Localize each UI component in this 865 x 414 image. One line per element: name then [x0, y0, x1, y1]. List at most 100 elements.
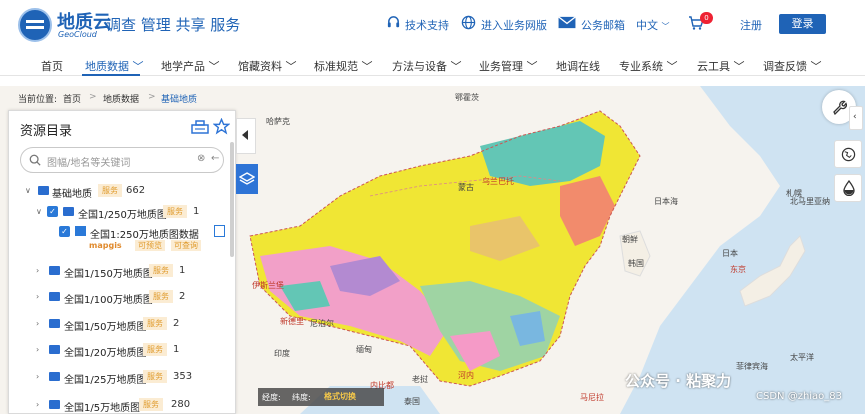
tree-node[interactable]: › 全国1/100万地质图 服务 2 — [9, 289, 229, 306]
nav-survey-online[interactable]: 地调在线 — [556, 58, 600, 74]
tree-node-label: 全国1/25万地质图 — [64, 375, 147, 386]
chevron-down-icon: ﹀ — [810, 60, 822, 73]
nav-feedback[interactable]: 调查反馈 ﹀ — [763, 58, 822, 74]
tech-support-link[interactable]: 技术支持 — [405, 17, 449, 33]
breadcrumb-geo-data[interactable]: 地质数据 — [103, 92, 139, 105]
map-label: 朝鲜 — [622, 235, 638, 244]
tree-node[interactable]: › 全国1/20万地质图 服务 1 — [9, 342, 229, 359]
map-label: 伊斯兰堡 — [252, 281, 284, 290]
item-count: 280 — [171, 399, 191, 410]
headset-icon — [387, 16, 400, 28]
tree-dataset-250w[interactable]: ✓ 全国1:250万地质图数据 mapgis 可预览 可查询 — [9, 224, 229, 252]
search-input[interactable]: 图幅/地名等关键词 ⊗ ← — [20, 147, 224, 173]
image-layer-icon — [75, 226, 86, 236]
geocloud-logo[interactable] — [18, 8, 52, 42]
map-label: 菲律宾海 — [736, 362, 768, 371]
chevron-down-icon: ﹀ — [526, 60, 538, 73]
service-tag: 服务 — [139, 398, 163, 411]
register-link[interactable]: 注册 — [740, 17, 762, 33]
map-label: 马尼拉 — [580, 393, 604, 402]
chevron-down-icon: ﹀ — [361, 60, 373, 73]
business-network-link[interactable]: 进入业务网版 — [481, 17, 547, 33]
breadcrumb-home[interactable]: 首页 — [63, 92, 81, 105]
longitude-label: 经度: — [262, 393, 281, 402]
service-tag: 服务 — [143, 343, 167, 356]
chevron-left-icon: ‹ — [853, 112, 857, 122]
nav-label: 地质数据 — [85, 60, 129, 73]
checkbox-checked[interactable]: ✓ — [47, 206, 58, 217]
nav-methods[interactable]: 方法与设备 ﹀ — [392, 58, 462, 74]
tree-node-label: 全国1/250万地质图 — [78, 210, 167, 221]
csdn-watermark: CSDN @zhiao_83 — [756, 391, 843, 402]
service-tag: 服务 — [149, 264, 173, 277]
layers-button[interactable] — [236, 164, 258, 194]
chevron-right-icon[interactable]: › — [36, 266, 39, 275]
chevron-right-icon[interactable]: › — [36, 372, 39, 381]
panel-scrollbar[interactable] — [230, 142, 234, 257]
earth-icon — [841, 147, 856, 162]
map-label: 韩国 — [628, 259, 644, 268]
mail-icon — [558, 16, 576, 29]
search-icon — [29, 154, 41, 166]
format-switch-button[interactable]: 格式切换 — [324, 391, 356, 402]
service-tag: 服务 — [143, 370, 167, 383]
layers-icon — [239, 172, 255, 185]
nav-label: 地学产品 — [161, 60, 205, 73]
service-tag: 服务 — [143, 317, 167, 330]
catalog-tools-icon[interactable] — [191, 119, 209, 135]
language-select[interactable]: 中文 ﹀ — [636, 17, 670, 33]
main-nav: 首页 地质数据 ﹀ 地学产品 ﹀ 馆藏资料 ﹀ 标准规范 ﹀ 方法与设备 ﹀ 业… — [0, 53, 865, 76]
map-label: 缅甸 — [356, 345, 372, 354]
basemap-button[interactable] — [834, 140, 862, 168]
globe-icon — [461, 15, 476, 30]
nav-label: 馆藏资料 — [238, 60, 282, 73]
breadcrumb-basic-geology[interactable]: 基础地质 — [161, 92, 197, 105]
collapse-panel-button[interactable] — [236, 118, 256, 154]
nav-geo-data[interactable]: 地质数据 ﹀ — [85, 58, 144, 74]
opacity-button[interactable] — [834, 174, 862, 202]
nav-archives[interactable]: 馆藏资料 ﹀ — [238, 58, 297, 74]
mailbox-link[interactable]: 公务邮箱 — [581, 17, 625, 33]
chevron-down-icon: ﹀ — [208, 60, 220, 73]
clear-icon[interactable]: ⊗ — [197, 153, 205, 164]
chevron-down-icon[interactable]: ∨ — [36, 207, 42, 216]
chevron-down-icon: ﹀ — [666, 60, 678, 73]
service-tag: 服务 — [149, 290, 173, 303]
nav-home[interactable]: 首页 — [41, 58, 63, 74]
tree-node[interactable]: › 全国1/150万地质图 服务 1 — [9, 263, 229, 280]
tree-node[interactable]: › 全国1/50万地质图 服务 2 — [9, 316, 229, 333]
folder-icon — [49, 319, 60, 328]
tree-node[interactable]: › 全国1/5万地质图 服务 280 — [9, 397, 229, 413]
map-label: 河内 — [458, 371, 474, 380]
search-placeholder: 图幅/地名等关键词 — [47, 158, 131, 169]
map-label: 泰国 — [404, 397, 420, 406]
folder-icon — [63, 207, 74, 216]
latitude-label: 纬度: — [292, 393, 311, 402]
tree-node-label: 基础地质 — [52, 189, 92, 200]
nav-pro-systems[interactable]: 专业系统 ﹀ — [619, 58, 678, 74]
chevron-right-icon[interactable]: › — [36, 345, 39, 354]
chevron-right-icon[interactable]: › — [36, 292, 39, 301]
chevron-down-icon[interactable]: ∨ — [25, 186, 31, 195]
checkbox-checked[interactable]: ✓ — [59, 226, 70, 237]
back-arrow-icon[interactable]: ← — [211, 153, 219, 164]
preview-tag[interactable]: 可预览 — [135, 240, 165, 251]
map-label: 印度 — [274, 349, 290, 358]
chevron-right-icon[interactable]: › — [36, 400, 39, 409]
right-panel-toggle[interactable]: ‹ — [849, 106, 863, 130]
save-icon[interactable] — [214, 225, 225, 237]
tree-node-basic-geology[interactable]: ∨ 基础地质 服务 662 — [9, 183, 229, 200]
nav-geo-products[interactable]: 地学产品 ﹀ — [161, 58, 220, 74]
folder-icon — [49, 345, 60, 354]
item-count: 2 — [179, 291, 186, 302]
chevron-right-icon[interactable]: › — [36, 319, 39, 328]
tree-node[interactable]: › 全国1/25万地质图 服务 353 — [9, 369, 229, 386]
nav-business[interactable]: 业务管理 ﹀ — [479, 58, 538, 74]
star-icon[interactable] — [213, 118, 230, 135]
query-tag[interactable]: 可查询 — [171, 240, 201, 251]
tree-node-250w[interactable]: ∨ ✓ 全国1/250万地质图 服务 1 — [9, 204, 229, 221]
breadcrumb: 当前位置: 首页 > 地质数据 > 基础地质 — [0, 86, 865, 108]
login-button[interactable]: 登录 — [779, 14, 826, 34]
nav-standards[interactable]: 标准规范 ﹀ — [314, 58, 373, 74]
nav-cloud-tools[interactable]: 云工具 ﹀ — [697, 58, 745, 74]
